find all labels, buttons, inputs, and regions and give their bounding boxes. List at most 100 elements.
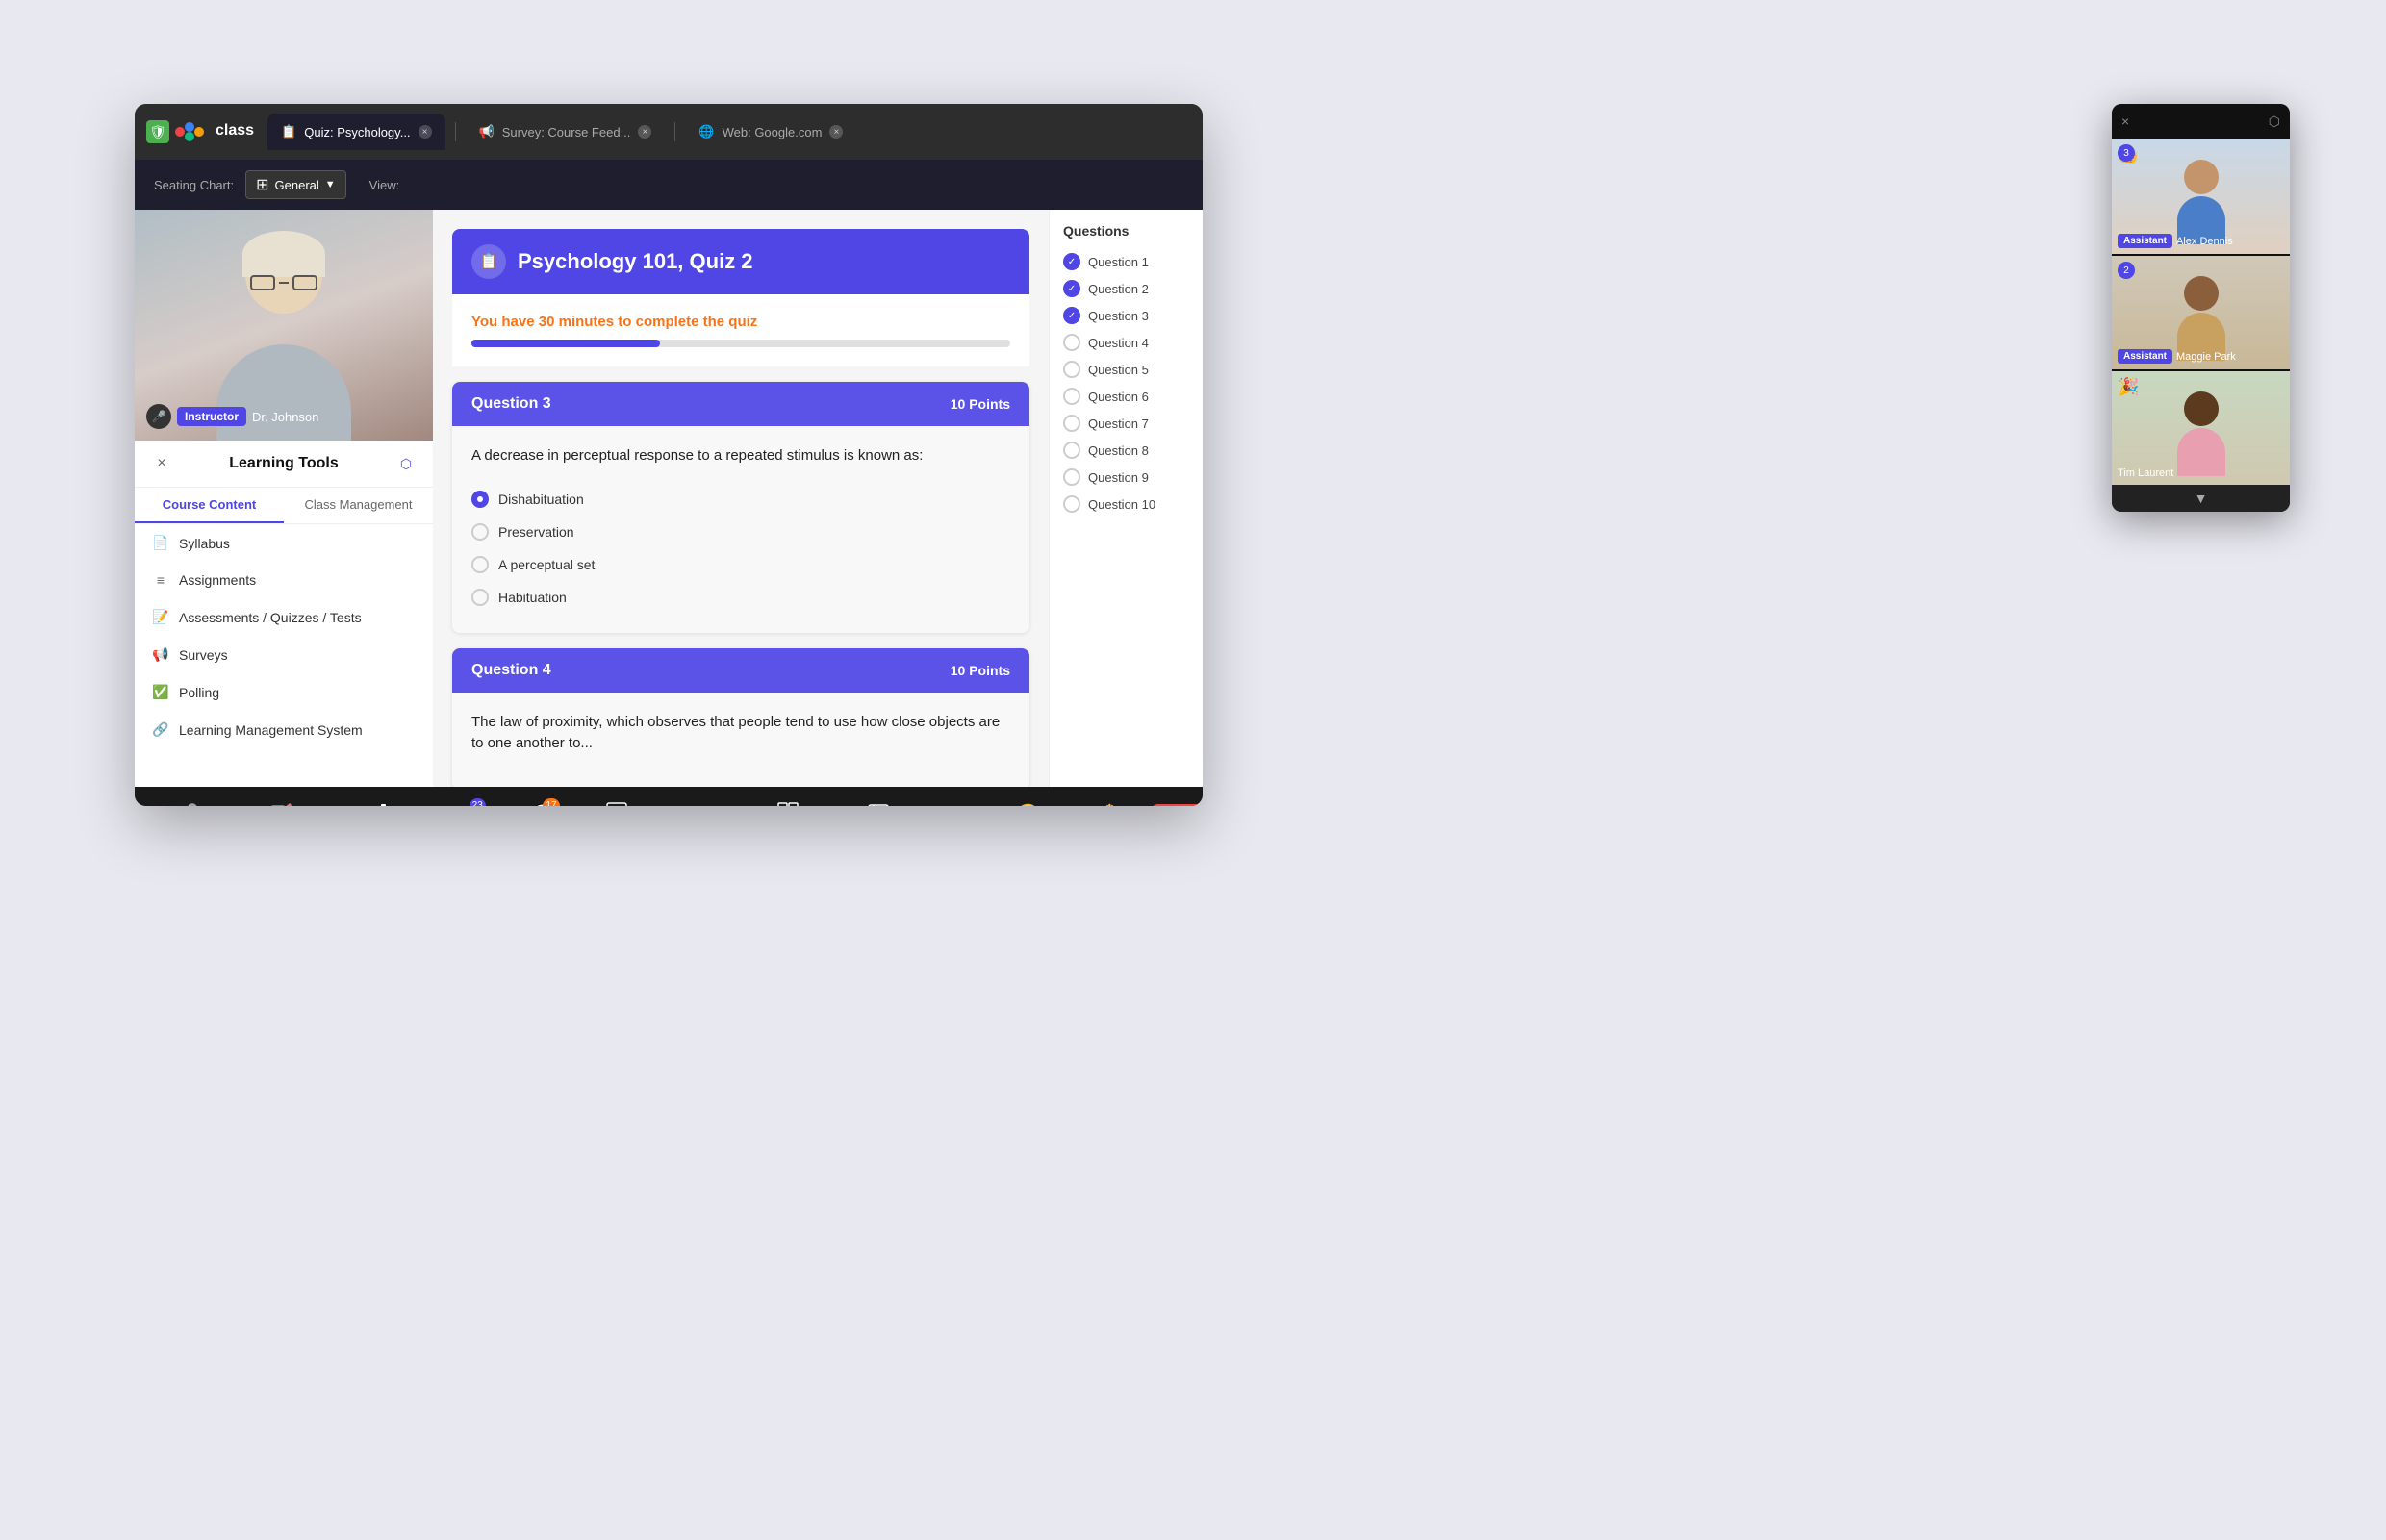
leave-button[interactable]: Leave (1152, 804, 1203, 807)
video-tile-maggie: 2 Assistant Maggie Park (2112, 254, 2290, 369)
q-check-1: ✓ (1063, 253, 1080, 270)
mute-icon: 🎤 (175, 802, 199, 807)
q-list-item-8[interactable]: Question 8 (1063, 437, 1189, 464)
q-list-item-9[interactable]: Question 9 (1063, 464, 1189, 491)
radio-dishabituation[interactable] (471, 491, 489, 508)
lt-tabs: Course Content Class Management (135, 488, 433, 524)
maggie-role-tag: Assistant (2118, 349, 2172, 364)
alex-notification: 3 (2118, 144, 2135, 162)
lt-menu-assignments[interactable]: ≡ Assignments (135, 562, 433, 598)
reactions-button[interactable]: 😊 Reactions (991, 796, 1065, 807)
questions-list: ✓ Question 1 ✓ Question 2 ✓ Question 3 Q… (1063, 248, 1189, 518)
reactions-icon: 😊 (1016, 802, 1040, 807)
participants-badge-wrapper: 👥 23 (458, 802, 482, 807)
learning-tools-button[interactable]: Learning Tools (329, 795, 424, 806)
lt-close-button[interactable]: × (150, 452, 173, 475)
assignments-icon: ≡ (152, 572, 169, 588)
video-panel-close-button[interactable]: × (2121, 114, 2129, 129)
question-3-text: A decrease in perceptual response to a r… (471, 445, 1010, 467)
lt-tab-class-management[interactable]: Class Management (284, 488, 433, 523)
radio-perceptual-set[interactable] (471, 556, 489, 573)
lt-menu-syllabus[interactable]: 📄 Syllabus (135, 524, 433, 562)
mute-button[interactable]: 🎤 Mute (158, 796, 216, 807)
q-list-item-7[interactable]: Question 7 (1063, 410, 1189, 437)
video-tile-tim: 🎉 Tim Laurent (2112, 369, 2290, 485)
left-panel: 🎤 Instructor Dr. Johnson × Learning Tool… (135, 210, 433, 787)
tab-survey-close[interactable]: × (638, 125, 651, 139)
radio-habituation[interactable] (471, 589, 489, 606)
tab-web-icon: 🌐 (698, 124, 714, 139)
progress-fill (471, 340, 660, 347)
tab-web-close[interactable]: × (829, 125, 843, 139)
instructor-name: Dr. Johnson (252, 410, 318, 424)
lt-menu-polling[interactable]: ✅ Polling (135, 673, 433, 711)
maggie-notification: 2 (2118, 262, 2135, 279)
q-list-item-5[interactable]: Question 5 (1063, 356, 1189, 383)
breakouts-icon (777, 802, 799, 806)
maggie-name: Maggie Park (2176, 351, 2236, 363)
tim-head (2184, 391, 2219, 426)
lt-tab-course-content[interactable]: Course Content (135, 488, 284, 523)
progress-bar (471, 340, 1010, 347)
chevron-down-icon: ▼ (2195, 491, 2208, 506)
polling-icon: ✅ (152, 684, 169, 700)
answer-option-2[interactable]: A perceptual set (471, 548, 1010, 581)
quiz-timer: You have 30 minutes to complete the quiz (471, 314, 1010, 330)
lt-menu-assessments[interactable]: 📝 Assessments / Quizzes / Tests (135, 598, 433, 636)
seating-label: Seating Chart: (154, 178, 234, 192)
q-list-item-3[interactable]: ✓ Question 3 (1063, 302, 1189, 329)
chat-button[interactable]: 💬 17 Chat (515, 796, 572, 807)
video-tile-alex: 👍 3 Assistant Alex Dennis (2112, 139, 2290, 254)
q-list-item-6[interactable]: Question 6 (1063, 383, 1189, 410)
q-list-item-1[interactable]: ✓ Question 1 (1063, 248, 1189, 275)
proctor-view-button[interactable]: Proctor View (835, 796, 922, 806)
tim-emoji: 🎉 (2118, 377, 2139, 397)
alex-tile-badge: Assistant Alex Dennis (2118, 234, 2233, 248)
q-check-6 (1063, 388, 1080, 405)
radio-preservation[interactable] (471, 523, 489, 541)
app-logo: 🛡 class (146, 120, 254, 143)
q-check-7 (1063, 415, 1080, 432)
lt-menu-lms[interactable]: 🔗 Learning Management System (135, 711, 433, 748)
breakouts-button[interactable]: ▲ Breakouts (757, 796, 832, 806)
lt-expand-button[interactable]: ⬡ (394, 452, 418, 475)
tab-quiz-close[interactable]: × (419, 125, 432, 139)
video-panel-scroll-down[interactable]: ▼ (2112, 485, 2290, 512)
surveys-icon: 📢 (152, 646, 169, 663)
quiz-timer-section: You have 30 minutes to complete the quiz (452, 294, 1029, 366)
tab-web-label: Web: Google.com (723, 125, 823, 139)
tab-survey[interactable]: 📢 Survey: Course Feed... × (466, 114, 666, 150)
q-list-item-2[interactable]: ✓ Question 2 (1063, 275, 1189, 302)
question-3-header: Question 3 10 Points (452, 382, 1029, 426)
video-panel: × ⬡ 👍 3 Assistant Alex Dennis 2 Assistan… (2112, 104, 2290, 512)
instructor-badge: 🎤 Instructor Dr. Johnson (146, 404, 318, 429)
lt-menu-surveys[interactable]: 📢 Surveys (135, 636, 433, 673)
answer-option-0[interactable]: Dishabituation (471, 483, 1010, 516)
share-screen-button[interactable]: ▲ Share Screen (576, 796, 668, 806)
maggie-avatar (2172, 265, 2230, 361)
q-list-item-4[interactable]: Question 4 (1063, 329, 1189, 356)
tab-separator-2 (674, 122, 675, 141)
tab-quiz-label: Quiz: Psychology... (304, 125, 410, 139)
question-4-header: Question 4 10 Points (452, 648, 1029, 693)
quiz-header-icon: 📋 (471, 244, 506, 279)
participants-button[interactable]: 👥 23 Participants (429, 796, 511, 807)
q-list-item-10[interactable]: Question 10 (1063, 491, 1189, 518)
raise-hand-button[interactable]: ✋ Raise Hand (1069, 796, 1151, 807)
start-video-button[interactable]: Start Video (242, 796, 321, 806)
learning-tools-panel: × Learning Tools ⬡ Course Content Class … (135, 441, 433, 787)
question-4-text: The law of proximity, which observes tha… (471, 712, 1010, 755)
collaborate-button[interactable]: 🤝 Collaborate (672, 796, 752, 807)
question-3-points: 10 Points (951, 396, 1010, 412)
video-panel-expand-button[interactable]: ⬡ (2269, 114, 2280, 130)
tab-web[interactable]: 🌐 Web: Google.com × (685, 114, 856, 150)
alex-avatar (2172, 148, 2230, 244)
more-button[interactable]: ··· More (926, 795, 983, 806)
tim-body (2177, 428, 2225, 476)
answer-option-1[interactable]: Preservation (471, 516, 1010, 548)
q-check-3: ✓ (1063, 307, 1080, 324)
tab-quiz[interactable]: 📋 Quiz: Psychology... × (267, 114, 445, 150)
answer-option-3[interactable]: Habituation (471, 581, 1010, 614)
seating-dropdown[interactable]: ⊞ General ▼ (245, 170, 346, 199)
mic-icon: 🎤 (146, 404, 171, 429)
